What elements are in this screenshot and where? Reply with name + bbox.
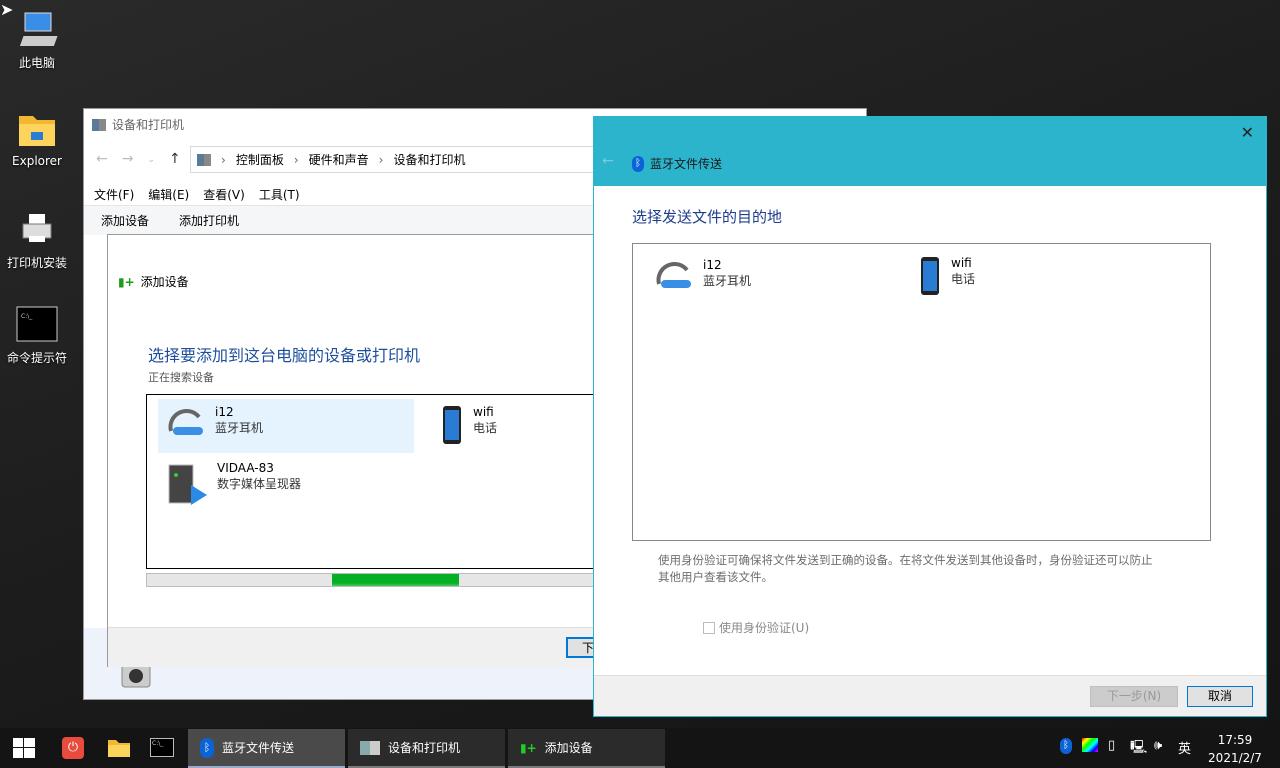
progress-fill: [332, 574, 459, 586]
nav-buttons: ← → ⌄ ↑: [96, 151, 181, 169]
back-button[interactable]: ←: [96, 151, 108, 169]
bt-footer: 下一步(N) 取消: [594, 675, 1266, 716]
file-explorer-icon[interactable]: [107, 738, 131, 761]
dialog-footer: 下: [108, 627, 606, 667]
device-item-wifi[interactable]: wifi 电话: [439, 405, 497, 447]
menu-file[interactable]: 文件(F): [94, 188, 134, 202]
phone-icon: [443, 406, 461, 444]
menu-view[interactable]: 查看(V): [203, 188, 245, 202]
tray-network-icon[interactable]: 🖳: [1130, 738, 1147, 760]
windows-icon: [13, 738, 35, 758]
bluetooth-icon: ᛒ: [632, 155, 644, 172]
bluetooth-transfer-window: ✕ ← ᛒ 蓝牙文件传送 选择发送文件的目的地 i12 蓝牙耳机 wifi 电话 使…: [593, 116, 1267, 717]
time: 17:59: [1217, 733, 1253, 747]
menu-bar: 文件(F) 编辑(E) 查看(V) 工具(T): [94, 186, 314, 203]
devices-printers-icon: [197, 153, 211, 166]
add-device-dialog: ▮+ 添加设备 选择要添加到这台电脑的设备或打印机 正在搜索设备 i12 蓝牙耳机…: [107, 234, 606, 667]
next-button[interactable]: 下一步(N): [1090, 686, 1178, 707]
close-button[interactable]: ✕: [1241, 123, 1254, 142]
dialog-title: ▮+ 添加设备: [118, 274, 189, 290]
bt-title: ᛒ 蓝牙文件传送: [632, 155, 722, 172]
headset-icon: [168, 409, 203, 435]
cancel-button[interactable]: 取消: [1187, 686, 1253, 707]
headset-icon: [656, 262, 691, 288]
media-renderer-icon: [168, 464, 207, 505]
desktop-icon-cmd[interactable]: C:\_ 命令提示符: [0, 305, 74, 366]
start-button[interactable]: [13, 738, 35, 761]
task-bluetooth-transfer[interactable]: ᛒ 蓝牙文件传送: [188, 729, 345, 768]
printer-icon: [15, 210, 59, 250]
bt-device-list: i12 蓝牙耳机 wifi 电话: [632, 243, 1211, 541]
add-device-button[interactable]: 添加设备: [101, 212, 149, 229]
folder-icon: [15, 110, 59, 150]
search-progress-bar: [146, 573, 602, 587]
task-add-device[interactable]: ▮+ 添加设备: [508, 729, 665, 768]
desktop-icon-printer-install[interactable]: 打印机安装: [0, 210, 74, 271]
date: 2021/2/7: [1208, 751, 1262, 765]
breadcrumb-hardware-sound[interactable]: 硬件和声音: [309, 151, 369, 168]
bt-heading: 选择发送文件的目的地: [632, 208, 783, 226]
dialog-heading: 选择要添加到这台电脑的设备或打印机: [148, 346, 421, 365]
desktop-icon-explorer[interactable]: Explorer: [0, 110, 74, 168]
add-printer-button[interactable]: 添加打印机: [179, 212, 239, 229]
breadcrumb-control-panel[interactable]: 控制面板: [236, 151, 284, 168]
bluetooth-icon: ᛒ: [200, 737, 214, 758]
add-device-icon: ▮+: [118, 274, 135, 289]
cmd-icon: C:\_: [15, 305, 59, 345]
computer-icon: [15, 10, 59, 50]
bt-device-item-i12[interactable]: i12 蓝牙耳机: [651, 258, 751, 296]
auth-description: 使用身份验证可确保将文件发送到正确的设备。在将文件发送到其他设备时，身份验证还可…: [658, 553, 1153, 584]
cmd-taskbar-icon[interactable]: C:\_: [150, 738, 174, 757]
clock[interactable]: 17:59 2021/2/7: [1200, 731, 1270, 767]
auth-checkbox[interactable]: 使用身份验证(U): [703, 619, 809, 636]
device-item-vidaa[interactable]: VIDAA-83 数字媒体呈现器: [167, 461, 301, 507]
up-button[interactable]: ↑: [169, 151, 181, 169]
bt-header: ✕ ← ᛒ 蓝牙文件传送: [594, 117, 1266, 186]
device-list: i12 蓝牙耳机 wifi 电话 VIDAA-83 数字媒体呈现器: [146, 394, 606, 569]
ime-indicator[interactable]: 英: [1178, 738, 1191, 757]
tray-bluetooth-icon[interactable]: ᛒ: [1060, 738, 1072, 754]
tray-volume-icon[interactable]: 🕪: [1154, 738, 1162, 753]
search-status: 正在搜索设备: [148, 371, 214, 384]
tray-usb-icon[interactable]: ▯: [1108, 738, 1115, 753]
task-devices-printers[interactable]: 设备和打印机: [348, 729, 505, 768]
forward-button[interactable]: →: [122, 151, 134, 169]
devices-printers-icon: [92, 118, 106, 131]
breadcrumb-devices-printers[interactable]: 设备和打印机: [393, 151, 465, 168]
desktop-icon-this-pc[interactable]: 此电脑: [0, 10, 74, 71]
menu-tools[interactable]: 工具(T): [259, 188, 300, 202]
bt-device-item-wifi[interactable]: wifi 电话: [917, 256, 975, 298]
recent-dropdown[interactable]: ⌄: [147, 151, 155, 169]
phone-icon: [921, 257, 939, 295]
title-bar: 设备和打印机: [92, 116, 184, 133]
add-device-icon: ▮+: [520, 740, 537, 755]
power-app-icon[interactable]: ⏻: [62, 737, 84, 759]
mouse-cursor-icon: ➤: [0, 0, 14, 19]
tray-color-icon[interactable]: [1082, 738, 1098, 752]
svg-text:C:\_: C:\_: [21, 313, 33, 320]
checkbox-box[interactable]: [703, 621, 715, 634]
back-button[interactable]: ←: [602, 153, 614, 169]
device-item-i12[interactable]: i12 蓝牙耳机: [163, 405, 263, 443]
menu-edit[interactable]: 编辑(E): [148, 188, 189, 202]
devices-printers-icon: [360, 740, 380, 755]
